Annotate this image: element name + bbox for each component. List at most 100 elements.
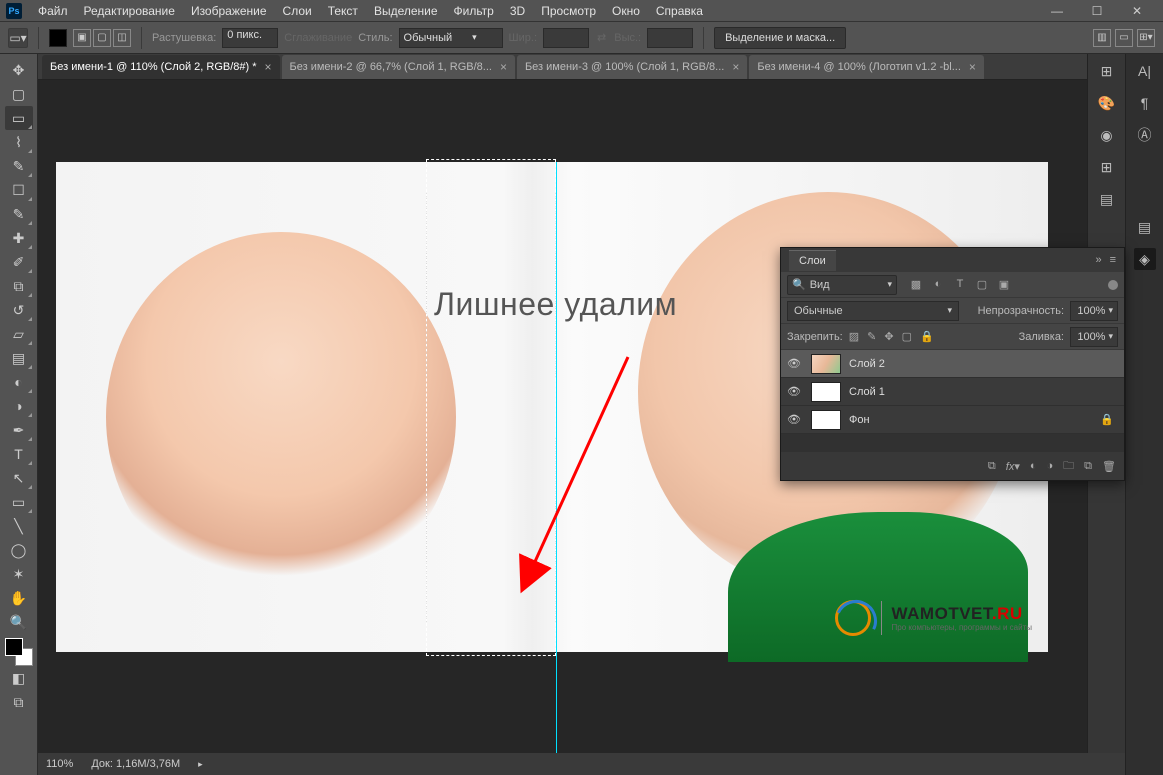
selection-subtract-icon[interactable]: ▢ xyxy=(93,29,111,47)
tab-doc-2[interactable]: Без имени-2 @ 66,7% (Слой 1, RGB/8...× xyxy=(282,55,515,79)
tool-move[interactable]: ✥ xyxy=(5,58,33,82)
lock-position-icon[interactable]: ✥ xyxy=(884,330,893,343)
opt-extra-1-icon[interactable]: ▥ xyxy=(1093,29,1111,47)
tool-crop[interactable]: ☐ xyxy=(5,178,33,202)
tool-pen[interactable]: ✒ xyxy=(5,418,33,442)
close-icon[interactable]: × xyxy=(969,60,976,74)
layer-filter-kind[interactable]: 🔍Вид xyxy=(787,275,897,295)
tool-healing[interactable]: ✚ xyxy=(5,226,33,250)
close-icon[interactable]: × xyxy=(500,60,507,74)
menu-type[interactable]: Текст xyxy=(320,0,366,22)
tool-zoom[interactable]: 🔍 xyxy=(5,610,33,634)
filter-toggle[interactable] xyxy=(1108,280,1118,290)
panel-layers-icon[interactable]: ◈ xyxy=(1134,248,1156,270)
tool-brush[interactable]: ✐ xyxy=(5,250,33,274)
panel-collapse-icon[interactable]: » xyxy=(1095,254,1101,266)
tool-custom-shape[interactable]: ✶ xyxy=(5,562,33,586)
menu-help[interactable]: Справка xyxy=(648,0,711,22)
menu-3d[interactable]: 3D xyxy=(502,0,533,22)
delete-layer-icon[interactable]: 🗑 xyxy=(1102,460,1116,473)
tool-stamp[interactable]: ⧉ xyxy=(5,274,33,298)
tool-eraser[interactable]: ▱ xyxy=(5,322,33,346)
menu-layer[interactable]: Слои xyxy=(275,0,320,22)
menu-select[interactable]: Выделение xyxy=(366,0,446,22)
opt-extra-2-icon[interactable]: ▭ xyxy=(1115,29,1133,47)
lock-icon[interactable]: 🔒 xyxy=(1100,413,1120,426)
tool-blur[interactable]: ◐ xyxy=(5,370,33,394)
doc-size[interactable]: Док: 1,16M/3,76M xyxy=(91,758,180,770)
menu-view[interactable]: Просмотр xyxy=(533,0,604,22)
opt-extra-3-icon[interactable]: ⊞▾ xyxy=(1137,29,1155,47)
layer-mask-icon[interactable]: ◐ xyxy=(1030,460,1037,472)
tool-eyedropper[interactable]: ✎ xyxy=(5,202,33,226)
filter-adjustment-icon[interactable]: ◐ xyxy=(931,278,945,291)
menu-edit[interactable]: Редактирование xyxy=(76,0,183,22)
menu-filter[interactable]: Фильтр xyxy=(446,0,502,22)
filter-shape-icon[interactable]: ▢ xyxy=(975,278,989,291)
tool-path-select[interactable]: ↖ xyxy=(5,466,33,490)
select-and-mask-button[interactable]: Выделение и маска... xyxy=(714,27,846,49)
menu-window[interactable]: Окно xyxy=(604,0,648,22)
visibility-icon[interactable]: 👁 xyxy=(785,357,803,370)
layer-row[interactable]: 👁 Слой 2 xyxy=(781,350,1124,378)
tab-doc-1[interactable]: Без имени-1 @ 110% (Слой 2, RGB/8#) *× xyxy=(42,55,280,79)
panel-cc-icon[interactable]: ◉ xyxy=(1096,124,1118,146)
window-minimize[interactable]: — xyxy=(1037,1,1077,21)
tool-type[interactable]: T xyxy=(5,442,33,466)
close-icon[interactable]: × xyxy=(265,60,272,74)
selection-add-icon[interactable]: ▣ xyxy=(73,29,91,47)
panel-glyphs-icon[interactable]: Ⓐ xyxy=(1134,124,1156,146)
panel-paragraph-icon[interactable]: ¶ xyxy=(1134,92,1156,114)
visibility-icon[interactable]: 👁 xyxy=(785,385,803,398)
tool-artboard[interactable]: ▢ xyxy=(5,82,33,106)
selection-new-icon[interactable] xyxy=(49,29,67,47)
tab-doc-4[interactable]: Без имени-4 @ 100% (Логотип v1.2 -bl...× xyxy=(749,55,984,79)
window-maximize[interactable]: ☐ xyxy=(1077,1,1117,21)
lock-transparent-icon[interactable]: ▨ xyxy=(849,330,859,343)
opacity-input[interactable]: 100%▾ xyxy=(1070,301,1118,321)
tool-history-brush[interactable]: ↺ xyxy=(5,298,33,322)
panel-character-icon[interactable]: A| xyxy=(1134,60,1156,82)
tool-hand[interactable]: ✋ xyxy=(5,586,33,610)
layer-thumb[interactable] xyxy=(811,354,841,374)
layer-name[interactable]: Слой 2 xyxy=(849,358,885,370)
lock-all-icon[interactable]: 🔒 xyxy=(920,330,934,343)
lock-image-icon[interactable]: ✎ xyxy=(867,330,876,343)
tool-dodge[interactable]: ◑ xyxy=(5,394,33,418)
filter-smart-icon[interactable]: ▣ xyxy=(997,278,1011,291)
window-close[interactable]: ✕ xyxy=(1117,1,1157,21)
panel-properties-icon[interactable]: ▤ xyxy=(1096,188,1118,210)
lock-artboard-icon[interactable]: ▢ xyxy=(902,330,912,343)
panel-color-icon[interactable]: 🎨 xyxy=(1096,92,1118,114)
layer-row[interactable]: 👁 Слой 1 xyxy=(781,378,1124,406)
tool-gradient[interactable]: ▤ xyxy=(5,346,33,370)
panel-grid-icon[interactable]: ⊞ xyxy=(1096,156,1118,178)
fill-input[interactable]: 100%▾ xyxy=(1070,327,1118,347)
feather-input[interactable]: 0 пикс. xyxy=(222,28,278,48)
tool-screenmode[interactable]: ⧉ xyxy=(5,690,33,714)
link-layers-icon[interactable]: ⧉ xyxy=(988,460,996,473)
layer-row[interactable]: 👁 Фон 🔒 xyxy=(781,406,1124,434)
tool-line[interactable]: ╲ xyxy=(5,514,33,538)
tool-preset-icon[interactable]: ▭▾ xyxy=(8,28,28,48)
blend-mode-select[interactable]: Обычные xyxy=(787,301,959,321)
layers-tab[interactable]: Слои xyxy=(789,250,836,271)
style-select[interactable]: Обычный xyxy=(399,28,503,48)
layers-panel[interactable]: Слои »≡ 🔍Вид ▩ ◐ T ▢ ▣ Обычные Непрозрач… xyxy=(780,247,1125,481)
filter-pixel-icon[interactable]: ▩ xyxy=(909,278,923,291)
menu-file[interactable]: Файл xyxy=(30,0,76,22)
panel-libraries-icon[interactable]: ⊞ xyxy=(1096,60,1118,82)
visibility-icon[interactable]: 👁 xyxy=(785,413,803,426)
fg-bg-color[interactable] xyxy=(5,638,33,666)
zoom-value[interactable]: 110% xyxy=(46,758,73,770)
adjustment-layer-icon[interactable]: ◑ xyxy=(1047,460,1054,472)
tool-lasso[interactable]: ⌇ xyxy=(5,130,33,154)
tool-quick-select[interactable]: ✎ xyxy=(5,154,33,178)
layer-name[interactable]: Слой 1 xyxy=(849,386,885,398)
layer-fx-icon[interactable]: fx▾ xyxy=(1006,460,1020,473)
tool-quickmask[interactable]: ◧ xyxy=(5,666,33,690)
tool-ellipse[interactable]: ◯ xyxy=(5,538,33,562)
selection-intersect-icon[interactable]: ◫ xyxy=(113,29,131,47)
menu-image[interactable]: Изображение xyxy=(183,0,275,22)
panel-menu-icon[interactable]: ≡ xyxy=(1110,254,1116,266)
